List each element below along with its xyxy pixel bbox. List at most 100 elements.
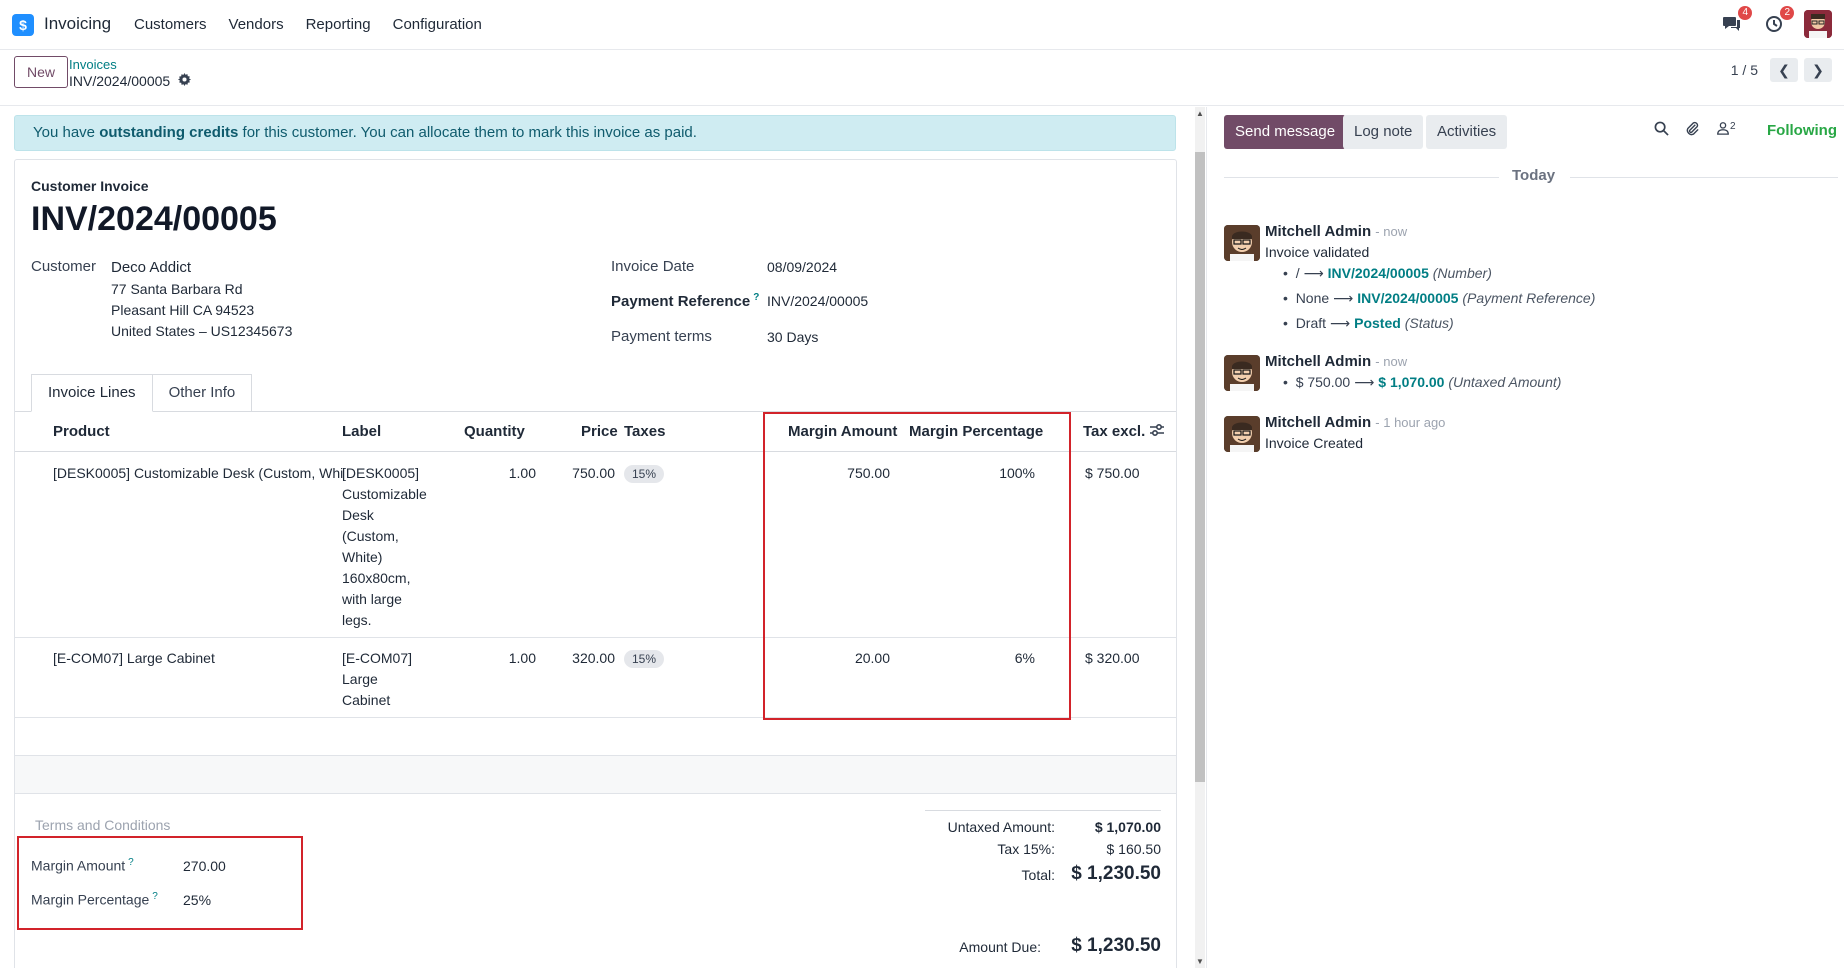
message-author: Mitchell Admin - now <box>1265 353 1407 370</box>
top-navbar: $ Invoicing Customers Vendors Reporting … <box>0 0 1844 50</box>
breadcrumb-invoices[interactable]: Invoices <box>69 57 117 72</box>
message-author-name: Mitchell Admin <box>1265 414 1372 431</box>
form-scrollbar[interactable]: ▲ ▼ <box>1195 107 1205 968</box>
customer-address-line2: Pleasant Hill CA 94523 <box>111 302 255 318</box>
menu-customers[interactable]: Customers <box>134 16 207 33</box>
row-label-line: 160x80cm, <box>342 570 411 586</box>
row-product[interactable]: [E-COM07] Large Cabinet <box>53 648 343 669</box>
row-label: [E-COM07] Large Cabinet <box>342 648 442 711</box>
tax-tag: 15% <box>624 650 665 668</box>
paperclip-icon[interactable] <box>1685 121 1700 140</box>
help-icon[interactable]: ? <box>753 292 759 303</box>
row-tax-excl: $ 320.00 <box>1085 650 1140 666</box>
activities-icon[interactable]: 2 <box>1762 6 1794 36</box>
new-button[interactable]: New <box>14 56 69 88</box>
messages-icon[interactable]: 4 <box>1720 6 1752 36</box>
user-avatar[interactable] <box>1804 10 1832 38</box>
document-type: Customer Invoice <box>31 178 149 194</box>
search-icon[interactable] <box>1654 121 1669 140</box>
tracking-value: • Draft ⟶ Posted (Status) <box>1283 315 1454 331</box>
pager-previous-button[interactable]: ❮ <box>1770 58 1798 82</box>
separator-line <box>1224 177 1499 178</box>
row-product[interactable]: [DESK0005] Customizable Desk (Custom, Wh… <box>53 463 343 484</box>
help-icon[interactable]: ? <box>128 857 134 868</box>
payment-terms-field[interactable]: 30 Days <box>767 329 818 345</box>
payment-reference-field[interactable]: INV/2024/00005 <box>767 293 868 309</box>
customer-label: Customer <box>31 258 97 275</box>
chatter-icons: 2 <box>1654 121 1736 140</box>
add-line-row[interactable] <box>15 718 1176 756</box>
tab-invoice-lines[interactable]: Invoice Lines <box>31 374 153 412</box>
row-label: [DESK0005] Customizable Desk (Custom, Wh… <box>342 463 442 631</box>
tax-tag: 15% <box>624 465 665 483</box>
arrow-right-icon: ⟶ <box>1333 290 1354 306</box>
total-label: Total: <box>1021 867 1055 883</box>
row-taxes: 15% <box>624 648 665 669</box>
row-label-line: with large <box>342 591 402 607</box>
arrow-right-icon: ⟶ <box>1303 265 1324 281</box>
author-avatar[interactable] <box>1224 225 1260 261</box>
row-label-line: [E-COM07] <box>342 650 413 666</box>
col-quantity[interactable]: Quantity <box>464 423 525 440</box>
outstanding-credits-alert: You have outstanding credits for this cu… <box>14 115 1176 151</box>
followers-icon[interactable]: 2 <box>1716 121 1736 140</box>
message-body: Invoice validated <box>1265 244 1370 260</box>
invoice-date-field[interactable]: 08/09/2024 <box>767 259 837 275</box>
scrollbar-thumb[interactable] <box>1195 152 1205 782</box>
row-label-line: Customizable <box>342 486 427 502</box>
chatter-panel: Send message Log note Activities 2 Follo… <box>1207 107 1844 968</box>
tracking-value: • None ⟶ INV/2024/00005 (Payment Reference… <box>1283 290 1596 306</box>
tracking-field: (Number) <box>1432 265 1492 281</box>
message-author-name: Mitchell Admin <box>1265 353 1372 370</box>
customer-link[interactable]: Deco Addict <box>111 259 191 276</box>
menu-vendors[interactable]: Vendors <box>229 16 284 33</box>
alert-suffix: for this customer. You can allocate them… <box>238 124 697 141</box>
tab-other-info[interactable]: Other Info <box>152 374 253 412</box>
col-label[interactable]: Label <box>342 423 381 440</box>
date-separator: Today <box>1224 167 1838 187</box>
tracking-old: / <box>1295 265 1300 281</box>
following-button[interactable]: Following <box>1767 122 1837 139</box>
arrow-right-icon: ⟶ <box>1330 315 1351 331</box>
log-note-button[interactable]: Log note <box>1343 115 1424 149</box>
gear-icon[interactable] <box>178 73 192 89</box>
activities-badge: 2 <box>1780 6 1794 20</box>
tracking-old: $ 750.00 <box>1295 374 1351 390</box>
tracking-value: • $ 750.00 ⟶ $ 1,070.00 (Untaxed Amount) <box>1283 374 1562 390</box>
date-separator-label: Today <box>1512 167 1556 184</box>
optional-columns-icon[interactable] <box>1149 422 1165 442</box>
pager-value[interactable]: 1 / 5 <box>1731 62 1758 78</box>
col-taxes[interactable]: Taxes <box>624 423 665 440</box>
col-price[interactable]: Price <box>581 423 618 440</box>
author-avatar[interactable] <box>1224 416 1260 452</box>
tracking-field: (Status) <box>1404 315 1454 331</box>
customer-address-line3: United States – US12345673 <box>111 323 293 339</box>
help-icon[interactable]: ? <box>152 891 158 902</box>
col-product[interactable]: Product <box>53 423 110 440</box>
app-name[interactable]: Invoicing <box>44 14 111 34</box>
scroll-down-icon[interactable]: ▼ <box>1196 957 1204 966</box>
send-message-button[interactable]: Send message <box>1224 115 1347 149</box>
scroll-up-icon[interactable]: ▲ <box>1196 109 1204 118</box>
menu-reporting[interactable]: Reporting <box>306 16 371 33</box>
author-avatar[interactable] <box>1224 355 1260 391</box>
breadcrumb-current-label: INV/2024/00005 <box>69 73 171 89</box>
col-tax-excl[interactable]: Tax excl. <box>1083 423 1145 440</box>
invoicing-app-icon[interactable]: $ <box>9 14 34 39</box>
row-taxes: 15% <box>624 463 665 484</box>
invoice-number: INV/2024/00005 <box>31 200 277 238</box>
message-author: Mitchell Admin - now <box>1265 223 1407 240</box>
systray: 4 2 <box>1720 6 1832 38</box>
menu-configuration[interactable]: Configuration <box>393 16 482 33</box>
arrow-right-icon: ⟶ <box>1354 374 1375 390</box>
add-section-row[interactable] <box>15 756 1176 794</box>
breadcrumb-current: INV/2024/00005 <box>69 73 192 89</box>
totals-divider <box>925 810 1161 811</box>
pager-next-button[interactable]: ❯ <box>1804 58 1832 82</box>
alert-prefix: You have <box>33 124 100 141</box>
tracking-new: INV/2024/00005 <box>1327 265 1429 281</box>
margin-amount-label: Margin Amount? <box>31 857 134 874</box>
activities-button[interactable]: Activities <box>1426 115 1508 149</box>
tracking-old: None <box>1295 290 1330 306</box>
terms-conditions-field[interactable]: Terms and Conditions <box>35 817 170 833</box>
